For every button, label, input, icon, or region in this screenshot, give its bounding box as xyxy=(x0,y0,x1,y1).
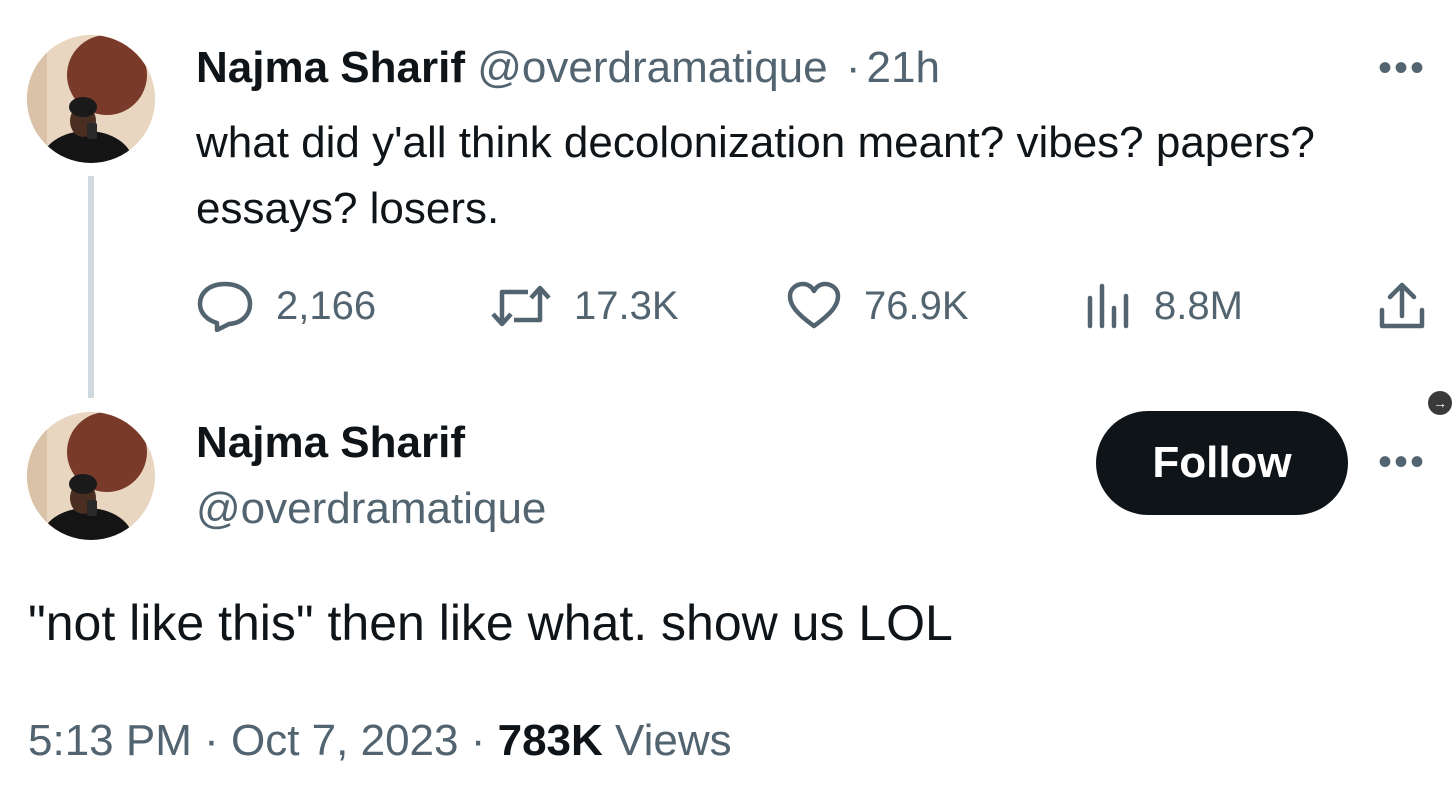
views-label: Views xyxy=(615,716,732,765)
separator: · xyxy=(204,716,219,765)
tweet-header: Najma Sharif @overdramatique · 21h xyxy=(196,42,940,94)
like-count: 76.9K xyxy=(864,283,969,328)
reply-count: 2,166 xyxy=(276,283,377,328)
separator: · xyxy=(470,716,486,765)
repost-button[interactable]: 17.3K xyxy=(490,280,679,332)
avatar[interactable] xyxy=(27,35,155,163)
avatar[interactable] xyxy=(27,412,155,540)
author-handle[interactable]: @overdramatique xyxy=(196,484,546,534)
repost-count: 17.3K xyxy=(574,283,679,328)
author-name[interactable]: Najma Sharif xyxy=(196,418,465,468)
repost-icon xyxy=(490,280,552,332)
more-options-button[interactable]: ••• xyxy=(1378,46,1426,91)
thread-line xyxy=(88,176,94,398)
views-count: 8.8M xyxy=(1154,283,1243,328)
reply-icon xyxy=(196,280,254,332)
author-handle[interactable]: @overdramatique xyxy=(477,43,827,92)
tweet-time[interactable]: 5:13 PM xyxy=(28,716,192,765)
views-button[interactable]: 8.8M xyxy=(1084,280,1243,332)
share-button[interactable] xyxy=(1376,280,1428,332)
reply-button[interactable]: 2,166 xyxy=(196,280,376,332)
views-count: 783K xyxy=(497,716,603,765)
more-options-button[interactable]: ••• xyxy=(1378,440,1426,485)
like-icon xyxy=(786,280,842,332)
timestamp[interactable]: 21h xyxy=(867,43,940,92)
author-name[interactable]: Najma Sharif xyxy=(196,43,465,92)
tweet-date[interactable]: Oct 7, 2023 xyxy=(231,716,458,765)
separator: · xyxy=(845,43,861,92)
like-button[interactable]: 76.9K xyxy=(786,280,969,332)
tweet-text: what did y'all think decolonization mean… xyxy=(196,118,1315,233)
tweet-text: "not like this" then like what. show us … xyxy=(28,595,953,651)
tweet-meta: 5:13 PM · Oct 7, 2023 · 783K Views xyxy=(28,716,732,766)
views-icon xyxy=(1084,280,1132,332)
follow-button[interactable]: Follow xyxy=(1096,411,1348,515)
share-icon xyxy=(1376,280,1428,332)
arrow-right-icon[interactable]: → xyxy=(1428,391,1452,415)
